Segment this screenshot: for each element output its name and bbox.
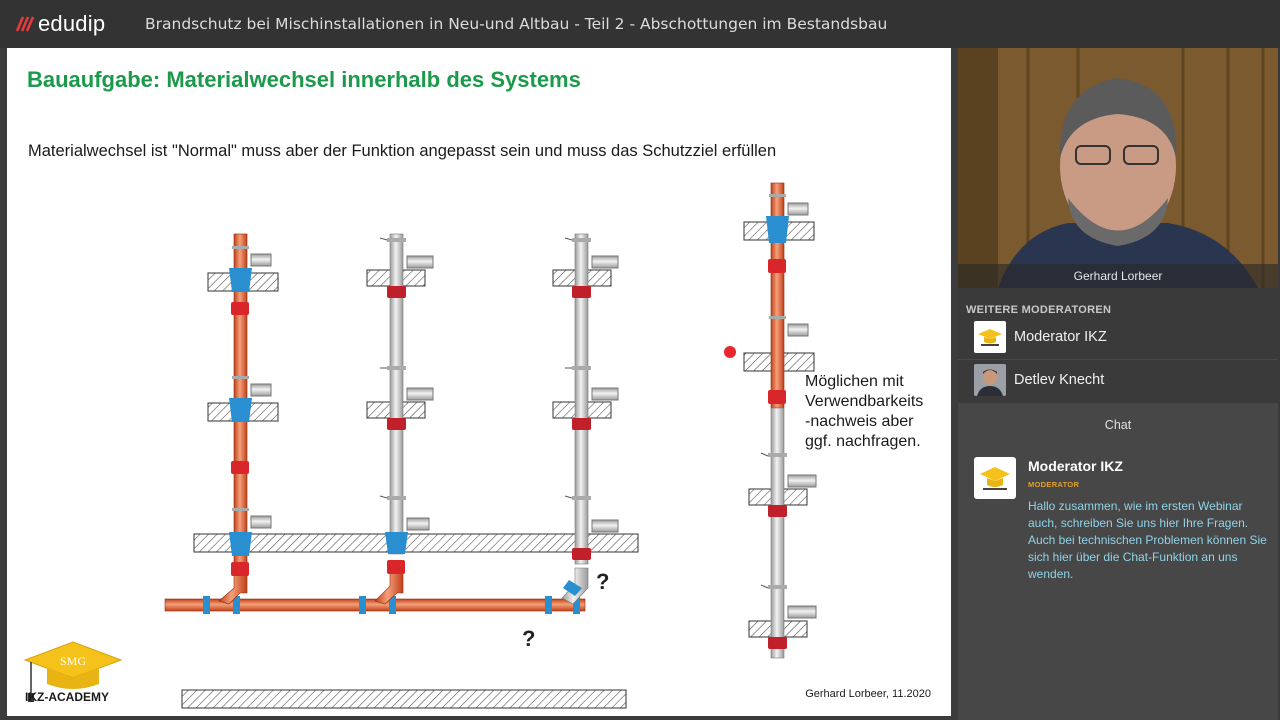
presenter-image <box>958 48 1278 288</box>
note-line: Möglichen mit <box>805 373 904 390</box>
person-avatar <box>974 364 1006 396</box>
edudip-logo-icon <box>15 16 35 32</box>
academy-badge: SMG <box>60 654 86 668</box>
edudip-logo[interactable]: edudip <box>14 9 105 39</box>
chat-title: Chat <box>1104 418 1132 432</box>
laser-pointer <box>724 346 736 358</box>
slide-credit: Gerhard Lorbeer, 11.2020 <box>805 688 931 700</box>
brand-name: edudip <box>38 11 106 36</box>
moderator-name: Detlev Knecht <box>1014 372 1105 388</box>
graduation-cap-icon <box>974 321 1006 353</box>
chat-author: Moderator IKZ <box>1028 458 1123 474</box>
chat-role-badge: MODERATOR <box>1028 480 1080 489</box>
moderator-item[interactable]: Moderator IKZ <box>958 317 1278 357</box>
floor-slabs <box>181 221 815 709</box>
note-line: Verwendbarkeits <box>805 393 924 410</box>
academy-name: IKZ-ACADEMY <box>25 690 109 704</box>
moderators-heading: WEITERE MODERATOREN <box>966 304 1112 316</box>
note-text: Möglichen mit Verwendbarkeits -nachweis … <box>805 372 923 452</box>
question-mark: ? <box>596 569 610 594</box>
note-line: ggf. nachfragen. <box>805 433 921 450</box>
chat-message-text: Hallo zusammen, wie im ersten Webinar au… <box>1028 499 1267 581</box>
graduation-cap-icon <box>974 457 1016 499</box>
note-line: -nachweis aber <box>805 413 914 430</box>
webinar-title: Brandschutz bei Mischinstallationen in N… <box>145 15 888 33</box>
moderator-item[interactable]: Detlev Knecht <box>958 360 1278 400</box>
presenter-name: Gerhard Lorbeer <box>958 264 1278 288</box>
chat-panel: Chat Moderator IKZ MODERATOR Hallo zusam… <box>958 403 1278 720</box>
top-bar: edudip Brandschutz bei Mischinstallation… <box>0 0 1280 48</box>
question-mark: ? <box>522 626 536 651</box>
presentation-slide: Bauaufgabe: Materialwechsel innerhalb de… <box>7 48 951 716</box>
presenter-video[interactable]: Gerhard Lorbeer <box>958 48 1278 288</box>
moderator-name: Moderator IKZ <box>1014 329 1107 345</box>
